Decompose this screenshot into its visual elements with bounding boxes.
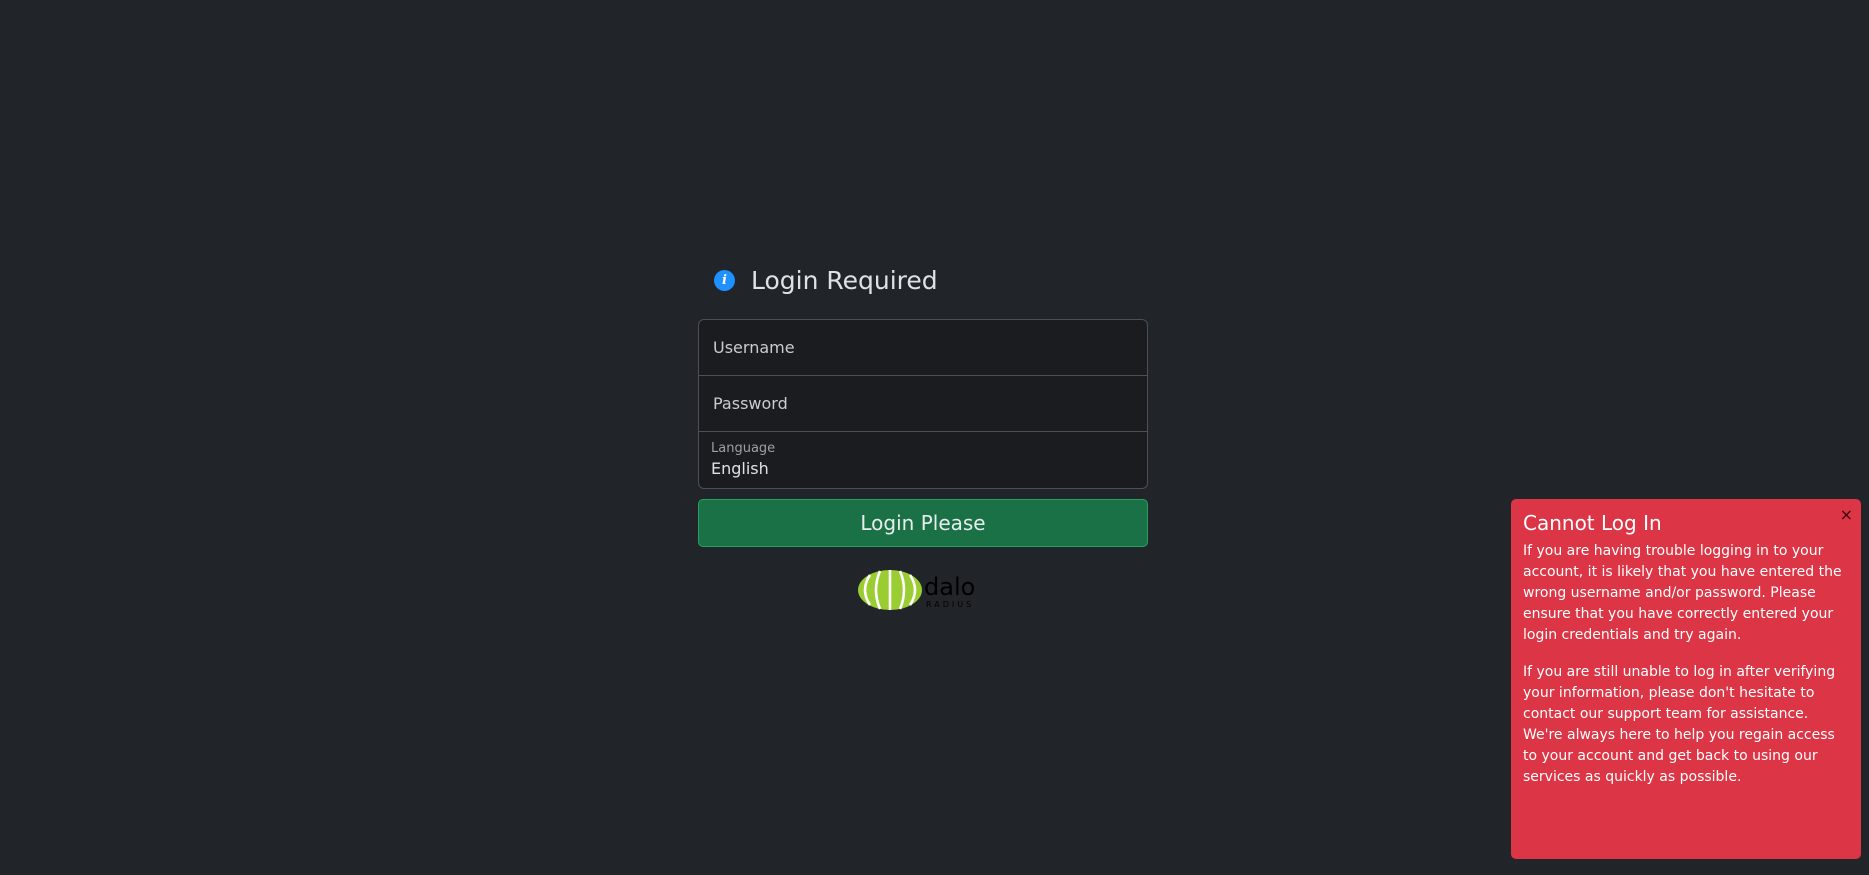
- alert-title: Cannot Log In: [1523, 511, 1662, 535]
- close-icon[interactable]: ×: [1840, 507, 1853, 523]
- info-icon: i: [714, 269, 735, 291]
- login-box: i Login Required Language English Login …: [698, 260, 1148, 611]
- login-page: i Login Required Language English Login …: [0, 0, 1869, 875]
- alert-paragraph-2: If you are still unable to log in after …: [1523, 664, 1836, 785]
- page-title: Login Required: [751, 265, 938, 295]
- language-value: English: [711, 459, 769, 478]
- password-field-wrapper: [699, 376, 1147, 432]
- password-input[interactable]: [711, 393, 1135, 414]
- language-label: Language: [711, 441, 776, 456]
- username-input[interactable]: [711, 337, 1135, 358]
- svg-text:RADIUS: RADIUS: [926, 600, 974, 609]
- login-button[interactable]: Login Please: [698, 499, 1148, 547]
- daloradius-logo: dalo RADIUS: [858, 570, 975, 610]
- cannot-log-in-alert: × Cannot Log In If you are having troubl…: [1511, 499, 1861, 859]
- login-heading: i Login Required: [698, 260, 1148, 300]
- info-icon-glyph: i: [722, 272, 727, 288]
- language-select[interactable]: Language English: [699, 432, 1147, 488]
- svg-text:dalo: dalo: [924, 573, 975, 601]
- username-field-wrapper: [699, 320, 1147, 376]
- alert-paragraph-1: If you are having trouble logging in to …: [1523, 543, 1842, 643]
- login-form: Language English: [698, 319, 1148, 489]
